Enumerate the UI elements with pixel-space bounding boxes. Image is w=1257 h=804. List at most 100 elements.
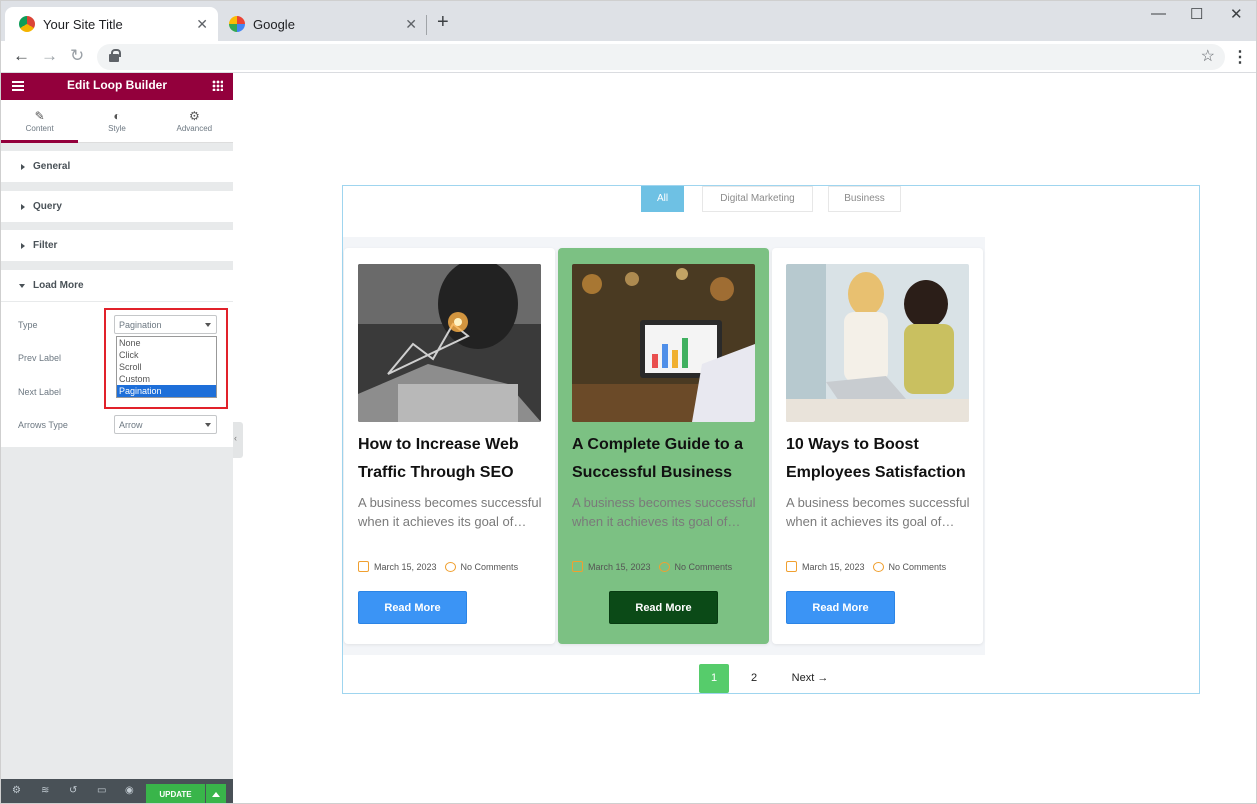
forward-icon[interactable]: → xyxy=(41,46,58,66)
post-meta: March 15, 2023 No Comments xyxy=(572,561,732,572)
post-meta: March 15, 2023 No Comments xyxy=(358,561,518,572)
caret-right-icon xyxy=(21,243,25,249)
widgets-grid-icon[interactable] xyxy=(212,80,223,91)
chrome-icon xyxy=(19,16,35,32)
filter-all[interactable]: All xyxy=(641,186,684,212)
post-image xyxy=(358,264,541,422)
arrows-type-label: Arrows Type xyxy=(18,420,68,430)
pencil-icon: ✎ xyxy=(34,109,45,123)
post-meta: March 15, 2023 No Comments xyxy=(786,561,946,572)
tab-content[interactable]: ✎ Content xyxy=(1,100,79,143)
tab-title: Google xyxy=(253,16,295,32)
tab-advanced[interactable]: ⚙ Advanced xyxy=(156,100,233,142)
browser-toolbar: ← → ↻ ☆ ⋮ xyxy=(1,41,1256,73)
calendar-icon xyxy=(786,561,797,572)
post-date: March 15, 2023 xyxy=(588,561,651,572)
responsive-icon[interactable]: ▭ xyxy=(97,785,106,796)
comment-icon xyxy=(444,561,456,572)
read-more-button[interactable]: Read More xyxy=(609,591,718,624)
tab-label: Advanced xyxy=(176,124,213,133)
panel-title: Edit Loop Builder xyxy=(67,78,167,92)
post-card-highlighted: A Complete Guide to a Successful Busines… xyxy=(558,248,769,644)
read-more-button[interactable]: Read More xyxy=(786,591,895,624)
calendar-icon xyxy=(572,561,583,572)
editor-panel: Edit Loop Builder ✎ Content ◐ Style ⚙ Ad… xyxy=(1,73,233,803)
tab-style[interactable]: ◐ Style xyxy=(78,100,155,142)
tab-separator xyxy=(426,15,427,35)
section-query[interactable]: Query xyxy=(1,191,233,222)
panel-footer: ⚙ ≋ ↺ ▭ ◉ UPDATE xyxy=(1,779,233,803)
tab-bar: Your Site Title ✕ Google ✕ + — ☐ ✕ xyxy=(1,1,1256,41)
layers-icon[interactable]: ≋ xyxy=(41,785,49,796)
read-more-button[interactable]: Read More xyxy=(358,591,467,624)
post-card: How to Increase Web Traffic Through SEO … xyxy=(344,248,555,644)
history-icon[interactable]: ↺ xyxy=(69,785,77,796)
next-label-label: Next Label xyxy=(18,387,62,397)
post-image xyxy=(786,264,969,422)
section-load-more[interactable]: Load More xyxy=(1,270,233,301)
minimize-icon[interactable]: — xyxy=(1151,5,1166,22)
post-title[interactable]: 10 Ways to Boost Employees Satisfaction xyxy=(786,431,978,487)
type-label: Type xyxy=(18,320,38,330)
post-excerpt: A business becomes successful when it ac… xyxy=(358,495,542,529)
filter-digital-marketing[interactable]: Digital Marketing xyxy=(702,186,813,212)
tab-your-site-title[interactable]: Your Site Title ✕ xyxy=(5,7,218,41)
post-excerpt: A business becomes successful when it ac… xyxy=(572,495,756,529)
close-tab-icon[interactable]: ✕ xyxy=(196,16,208,33)
section-general[interactable]: General xyxy=(1,151,233,182)
caret-right-icon xyxy=(21,204,25,210)
new-tab-button[interactable]: + xyxy=(437,11,449,34)
tab-label: Content xyxy=(25,124,54,133)
post-comments[interactable]: No Comments xyxy=(889,562,947,572)
close-tab-icon[interactable]: ✕ xyxy=(405,16,417,33)
post-title[interactable]: How to Increase Web Traffic Through SEO xyxy=(358,431,550,487)
section-filter[interactable]: Filter xyxy=(1,230,233,261)
caret-down-icon xyxy=(19,284,25,288)
contrast-icon: ◐ xyxy=(113,109,121,123)
preview-icon[interactable]: ◉ xyxy=(125,785,134,796)
section-label: Filter xyxy=(33,240,58,251)
filter-business[interactable]: Business xyxy=(828,186,901,212)
panel-header: Edit Loop Builder xyxy=(1,73,233,100)
tab-google[interactable]: Google ✕ xyxy=(215,7,427,41)
maximize-icon[interactable]: ☐ xyxy=(1190,5,1203,23)
post-title[interactable]: A Complete Guide to a Successful Busines… xyxy=(572,431,764,487)
update-options-button[interactable] xyxy=(206,784,226,803)
calendar-icon xyxy=(358,561,369,572)
panel-tabs: ✎ Content ◐ Style ⚙ Advanced xyxy=(1,100,233,143)
back-icon[interactable]: ← xyxy=(13,46,30,66)
prev-label-label: Prev Label xyxy=(18,353,62,363)
section-label: Load More xyxy=(33,280,84,291)
page-2-button[interactable]: 2 xyxy=(739,664,769,693)
lock-icon xyxy=(109,49,121,63)
google-icon xyxy=(229,16,245,32)
comment-icon xyxy=(872,561,884,572)
address-bar[interactable]: ☆ xyxy=(97,44,1225,70)
post-card: 10 Ways to Boost Employees Satisfaction … xyxy=(772,248,983,644)
section-label: Query xyxy=(33,201,62,212)
tab-label: Style xyxy=(108,124,126,133)
close-window-icon[interactable]: ✕ xyxy=(1230,5,1243,23)
caret-right-icon xyxy=(21,164,25,170)
browser-window: Your Site Title ✕ Google ✕ + — ☐ ✕ ← → ↻… xyxy=(0,0,1257,804)
collapse-panel-button[interactable]: ‹ xyxy=(233,422,243,458)
tab-title: Your Site Title xyxy=(43,16,123,32)
post-comments[interactable]: No Comments xyxy=(675,562,733,572)
highlight-box xyxy=(104,308,228,409)
settings-icon[interactable]: ⚙ xyxy=(12,785,21,796)
page-1-button[interactable]: 1 xyxy=(699,664,729,693)
menu-icon[interactable]: ⋮ xyxy=(1232,47,1248,67)
post-excerpt: A business becomes successful when it ac… xyxy=(786,495,970,529)
post-image xyxy=(572,264,755,422)
reload-icon[interactable]: ↻ xyxy=(70,46,84,66)
update-button[interactable]: UPDATE xyxy=(146,784,205,803)
post-date: March 15, 2023 xyxy=(374,561,437,572)
gear-icon: ⚙ xyxy=(188,109,200,123)
star-icon[interactable]: ☆ xyxy=(1201,46,1215,66)
section-label: General xyxy=(33,161,71,172)
arrows-type-select[interactable]: Arrow xyxy=(114,415,217,434)
post-comments[interactable]: No Comments xyxy=(461,562,519,572)
comment-icon xyxy=(658,561,670,572)
next-page-button[interactable]: Next → xyxy=(785,664,835,693)
post-date: March 15, 2023 xyxy=(802,561,865,572)
